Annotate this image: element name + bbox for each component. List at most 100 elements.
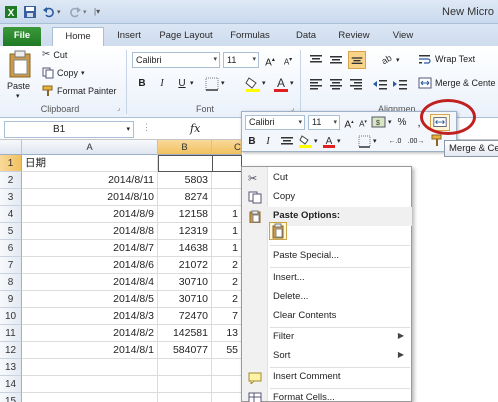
font-color-dropdown-icon[interactable]: ▾ xyxy=(290,79,294,87)
row-header[interactable]: 8 xyxy=(0,274,22,291)
cell-a[interactable]: 2014/8/4 xyxy=(22,274,158,291)
cell-b[interactable] xyxy=(158,155,212,172)
align-middle-icon[interactable] xyxy=(328,53,344,67)
mini-font-color-dropdown-icon[interactable]: ▾ xyxy=(337,137,341,145)
wrap-text-button[interactable]: Wrap Text xyxy=(418,53,475,65)
cell-a[interactable] xyxy=(22,376,158,393)
copy-button[interactable]: Copy ▾ xyxy=(42,67,85,79)
cell-c[interactable]: 1 xyxy=(212,206,242,223)
cell-a[interactable] xyxy=(22,393,158,402)
decrease-indent-icon[interactable] xyxy=(372,77,388,91)
cell-b[interactable]: 584077 xyxy=(158,342,212,359)
row-header[interactable]: 4 xyxy=(0,206,22,223)
row-header[interactable]: 12 xyxy=(0,342,22,359)
name-box-dropdown-icon[interactable]: ▾ xyxy=(126,122,130,137)
menu-item-delete[interactable]: Delete... xyxy=(242,288,412,307)
row-header[interactable]: 11 xyxy=(0,325,22,342)
align-center-icon[interactable] xyxy=(328,77,344,91)
cell-c[interactable] xyxy=(212,189,242,206)
mini-bold-button[interactable]: B xyxy=(246,134,258,149)
redo-icon[interactable] xyxy=(68,5,82,19)
insert-function-button[interactable]: fx xyxy=(190,122,200,135)
cell-c[interactable] xyxy=(212,359,242,376)
undo-icon[interactable] xyxy=(42,5,56,19)
cell-a[interactable]: 2014/8/2 xyxy=(22,325,158,342)
cell-a[interactable]: 2014/8/11 xyxy=(22,172,158,189)
cell-c[interactable]: 2 xyxy=(212,257,242,274)
font-name-combo[interactable]: Calibri ▾ xyxy=(132,52,220,68)
mini-shrink-font-button[interactable]: A▾ xyxy=(357,115,369,130)
cell-b[interactable]: 30710 xyxy=(158,274,212,291)
cell-b[interactable]: 12319 xyxy=(158,223,212,240)
tab-home[interactable]: Home xyxy=(52,27,104,46)
font-size-combo[interactable]: 11 ▾ xyxy=(223,52,259,68)
cell-a[interactable]: 2014/8/8 xyxy=(22,223,158,240)
cell-b[interactable]: 142581 xyxy=(158,325,212,342)
bold-button[interactable]: B xyxy=(134,76,150,92)
cell-a[interactable] xyxy=(22,359,158,376)
mini-align-center-icon[interactable] xyxy=(280,135,294,148)
mini-percent-button[interactable]: % xyxy=(396,115,408,130)
align-bottom-icon[interactable] xyxy=(348,51,366,69)
row-header[interactable]: 6 xyxy=(0,240,22,257)
tab-data[interactable]: Data xyxy=(290,27,322,46)
merge-center-button[interactable]: Merge & Cente xyxy=(418,77,496,89)
menu-item-clear-contents[interactable]: Clear Contents xyxy=(242,307,412,326)
menu-item-format-cells[interactable]: Format Cells... xyxy=(242,389,412,402)
name-box[interactable]: B1 ▾ xyxy=(4,121,134,138)
cell-a[interactable]: 2014/8/1 xyxy=(22,342,158,359)
align-right-icon[interactable] xyxy=(348,77,364,91)
paste-button[interactable]: Paste ▾ xyxy=(4,48,36,102)
cell-c[interactable]: 13 xyxy=(212,325,242,342)
row-header[interactable]: 9 xyxy=(0,291,22,308)
row-header[interactable]: 5 xyxy=(0,223,22,240)
tab-review[interactable]: Review xyxy=(333,27,375,46)
save-icon[interactable] xyxy=(23,5,37,19)
cell-a[interactable]: 2014/8/9 xyxy=(22,206,158,223)
cell-c[interactable]: 2 xyxy=(212,274,242,291)
mini-borders-icon[interactable] xyxy=(358,135,372,148)
grow-font-button[interactable]: A▴ xyxy=(262,52,278,68)
menu-item-cut[interactable]: ✂ Cut xyxy=(242,169,412,188)
cell-b[interactable] xyxy=(158,393,212,402)
fill-color-dropdown-icon[interactable]: ▾ xyxy=(262,79,266,87)
column-header-b[interactable]: B xyxy=(158,140,212,155)
underline-dropdown-icon[interactable]: ▾ xyxy=(190,79,194,87)
cell-a[interactable]: 2014/8/5 xyxy=(22,291,158,308)
cell-c[interactable] xyxy=(212,155,242,172)
align-top-icon[interactable] xyxy=(308,53,324,67)
borders-icon[interactable] xyxy=(204,76,220,92)
mini-number-format-icon[interactable]: $ xyxy=(371,115,387,130)
select-all-corner[interactable] xyxy=(0,140,22,155)
cell-c[interactable]: 7 xyxy=(212,308,242,325)
menu-item-filter[interactable]: Filter ▶ xyxy=(242,328,412,347)
mini-decrease-decimal-icon[interactable]: .00→ xyxy=(406,134,426,149)
cell-c[interactable] xyxy=(212,376,242,393)
row-header[interactable]: 13 xyxy=(0,359,22,376)
row-header[interactable]: 14 xyxy=(0,376,22,393)
cell-c[interactable] xyxy=(212,393,242,402)
cell-c[interactable] xyxy=(212,172,242,189)
cell-a[interactable]: 日期 xyxy=(22,155,158,172)
menu-item-copy[interactable]: Copy xyxy=(242,188,412,207)
row-header[interactable]: 10 xyxy=(0,308,22,325)
mini-borders-dropdown-icon[interactable]: ▾ xyxy=(373,137,377,145)
cell-b[interactable]: 72470 xyxy=(158,308,212,325)
clipboard-launcher-icon[interactable]: ⌟ xyxy=(117,104,120,112)
orientation-dropdown-icon[interactable]: ▾ xyxy=(396,56,400,64)
column-header-c[interactable]: C xyxy=(212,140,242,155)
align-left-icon[interactable] xyxy=(308,77,324,91)
cell-c[interactable]: 2 xyxy=(212,291,242,308)
tab-insert[interactable]: Insert xyxy=(110,27,148,46)
row-header[interactable]: 3 xyxy=(0,189,22,206)
cell-c[interactable]: 1 xyxy=(212,223,242,240)
menu-item-paste-special[interactable]: Paste Special... xyxy=(242,247,412,266)
cell-b[interactable]: 5803 xyxy=(158,172,212,189)
undo-dropdown-icon[interactable]: ▾ xyxy=(57,8,61,16)
row-header[interactable]: 1 xyxy=(0,155,22,172)
mini-format-painter-icon[interactable] xyxy=(430,134,444,148)
mini-increase-decimal-icon[interactable]: ←.0 xyxy=(386,134,404,149)
font-color-icon[interactable]: A xyxy=(273,75,289,93)
column-header-a[interactable]: A xyxy=(22,140,158,155)
tab-view[interactable]: View xyxy=(386,27,420,46)
